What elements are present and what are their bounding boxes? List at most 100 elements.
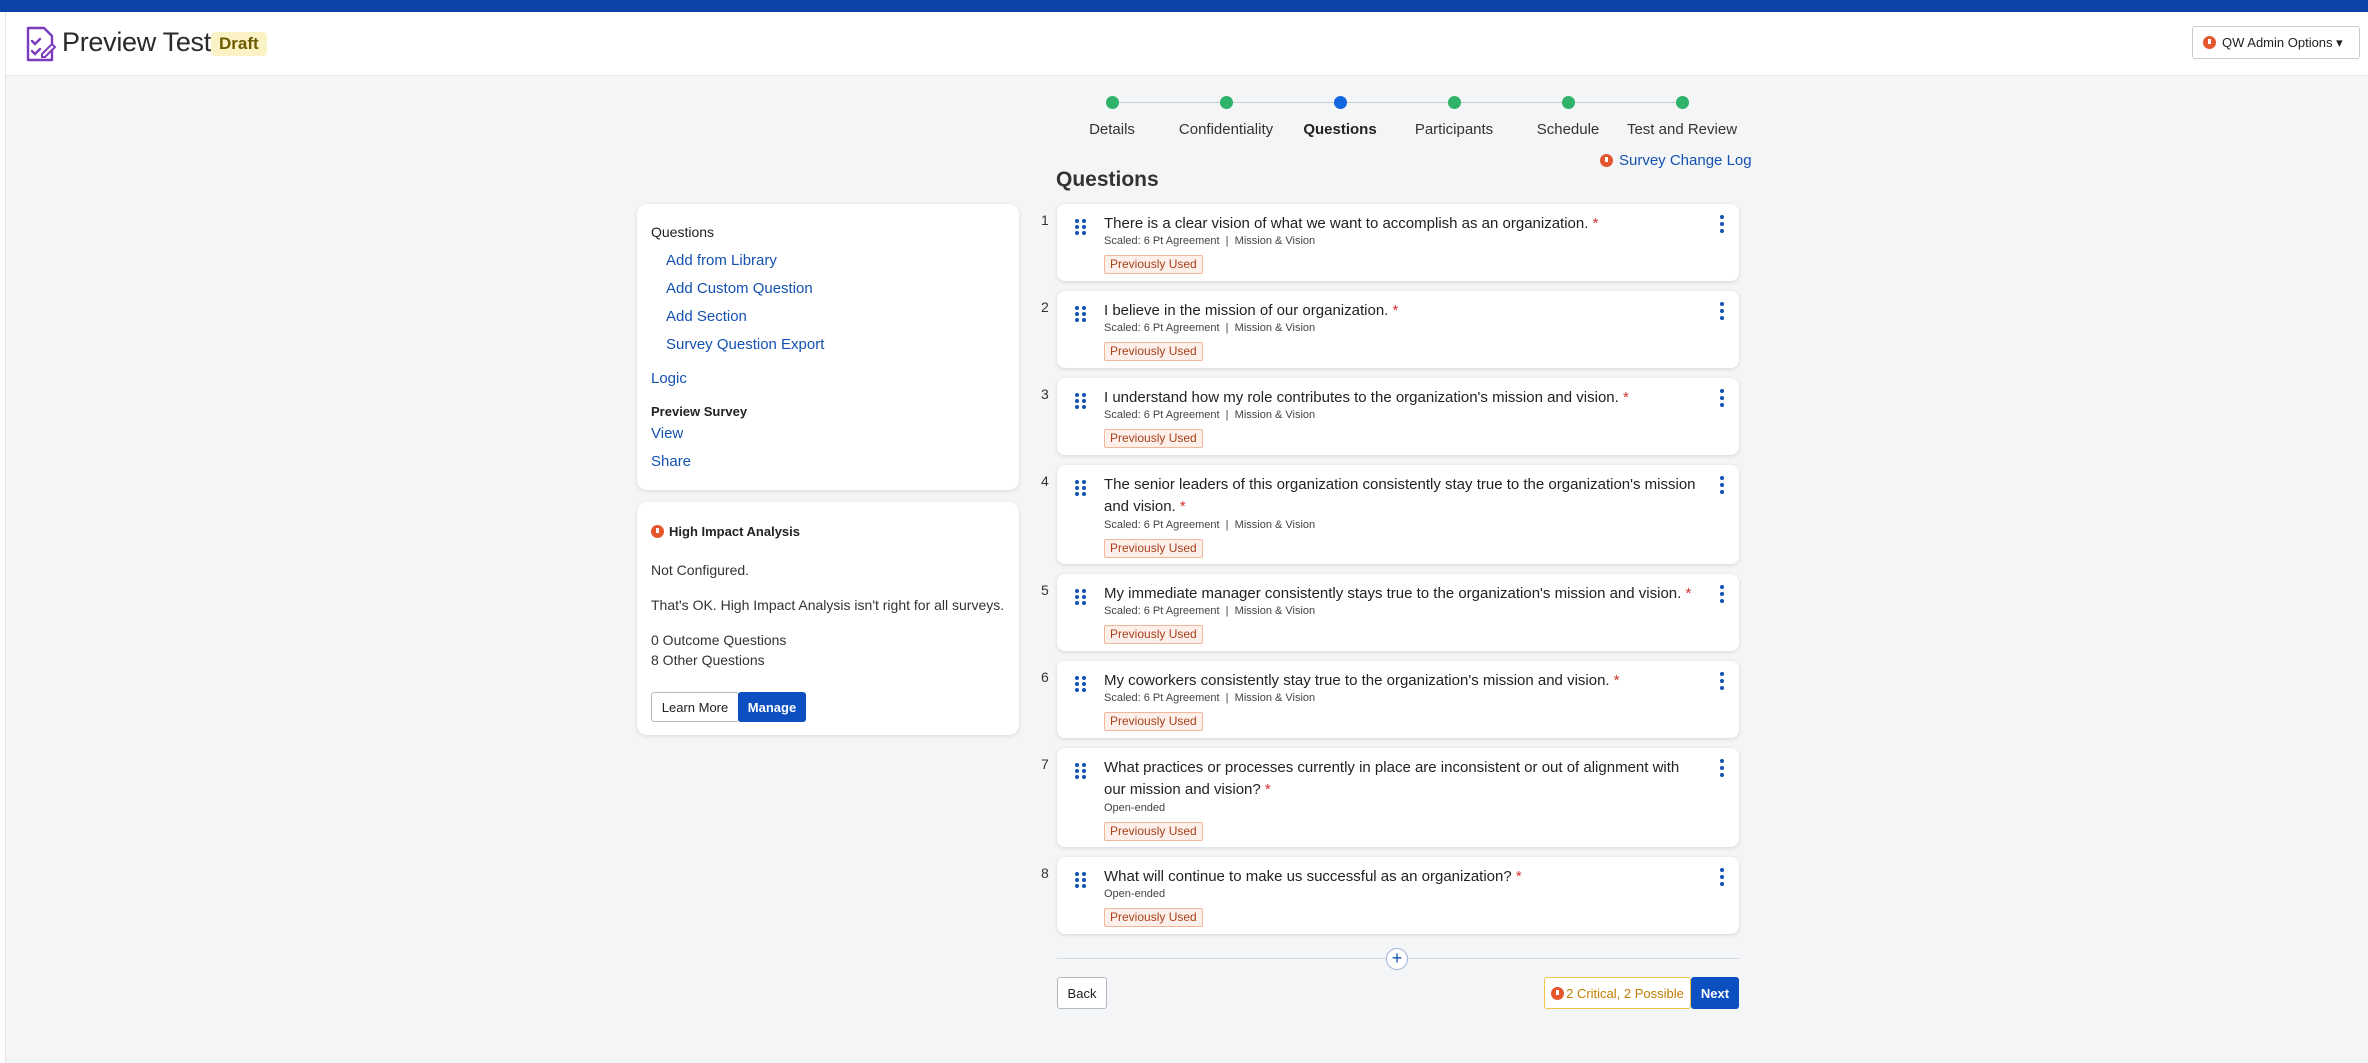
issues-button[interactable]: 2 Critical, 2 Possible <box>1544 977 1691 1009</box>
admin-options-label: QW Admin Options ▾ <box>2222 34 2343 50</box>
hia-outcome-count: 0 Outcome Questions <box>651 632 787 648</box>
drag-handle-icon[interactable] <box>1075 393 1087 409</box>
nav-heading: Questions <box>651 224 715 240</box>
more-options-icon[interactable] <box>1719 302 1725 322</box>
question-number: 3 <box>1041 386 1049 402</box>
logic-link[interactable]: Logic <box>651 370 687 387</box>
more-options-icon[interactable] <box>1719 215 1725 235</box>
step-dot <box>1219 96 1233 109</box>
question-text: I believe in the mission of our organiza… <box>1104 300 1704 322</box>
share-link[interactable]: Share <box>651 453 691 470</box>
more-options-icon[interactable] <box>1719 672 1725 692</box>
drag-handle-icon[interactable] <box>1075 872 1087 888</box>
question-number: 5 <box>1041 582 1049 598</box>
question-meta: Scaled: 6 Pt Agreement | Mission & Visio… <box>1104 409 1316 421</box>
step-5[interactable]: Test and Review <box>1607 96 1757 138</box>
previously-used-badge: Previously Used <box>1104 342 1203 361</box>
question-text: The senior leaders of this organization … <box>1104 474 1704 518</box>
question-number: 2 <box>1041 299 1049 315</box>
step-dot <box>1447 96 1461 109</box>
page-title: Preview Test <box>62 27 211 57</box>
question-text-label: The senior leaders of this organization … <box>1104 476 1696 515</box>
more-options-icon[interactable] <box>1719 759 1725 779</box>
previously-used-badge: Previously Used <box>1104 712 1203 731</box>
hia-status: Not Configured. <box>651 562 750 578</box>
question-number: 8 <box>1041 865 1049 881</box>
alert-icon <box>651 525 664 538</box>
required-marker: * <box>1515 868 1522 885</box>
issues-label: 2 Critical, 2 Possible <box>1566 985 1684 1001</box>
questions-heading: Questions <box>1056 168 1159 191</box>
survey-checklist-icon <box>26 26 57 62</box>
drag-handle-icon[interactable] <box>1075 306 1087 322</box>
previously-used-badge: Previously Used <box>1104 255 1203 274</box>
manage-button[interactable]: Manage <box>738 692 806 722</box>
hia-message: That's OK. High Impact Analysis isn't ri… <box>651 597 1005 613</box>
previously-used-badge: Previously Used <box>1104 908 1203 927</box>
view-link[interactable]: View <box>651 425 683 442</box>
question-text-label: My immediate manager consistently stays … <box>1104 585 1682 602</box>
question-card[interactable]: There is a clear vision of what we want … <box>1057 204 1739 281</box>
drag-handle-icon[interactable] <box>1075 219 1087 235</box>
preview-survey-heading: Preview Survey <box>651 404 748 419</box>
hia-title-label: High Impact Analysis <box>669 524 800 539</box>
previously-used-badge: Previously Used <box>1104 429 1203 448</box>
more-options-icon[interactable] <box>1719 476 1725 496</box>
drag-handle-icon[interactable] <box>1075 763 1087 779</box>
add-question-button[interactable]: + <box>1386 948 1408 970</box>
question-text-label: There is a clear vision of what we want … <box>1104 215 1589 232</box>
drag-handle-icon[interactable] <box>1075 589 1087 605</box>
required-marker: * <box>1392 302 1399 319</box>
more-options-icon[interactable] <box>1719 585 1725 605</box>
question-card[interactable]: My coworkers consistently stay true to t… <box>1057 661 1739 738</box>
page-header: Preview Test Draft QW Admin Options ▾ <box>6 12 2368 76</box>
top-accent-bar <box>0 0 2368 12</box>
question-card[interactable]: I believe in the mission of our organiza… <box>1057 291 1739 368</box>
step-dot <box>1561 96 1575 109</box>
drag-handle-icon[interactable] <box>1075 676 1087 692</box>
more-options-icon[interactable] <box>1719 868 1725 888</box>
hia-title: High Impact Analysis <box>651 524 800 539</box>
question-meta: Scaled: 6 Pt Agreement | Mission & Visio… <box>1104 605 1316 617</box>
question-number: 6 <box>1041 669 1049 685</box>
add-from-library-link[interactable]: Add from Library <box>666 252 777 269</box>
back-button[interactable]: Back <box>1057 977 1107 1009</box>
drag-handle-icon[interactable] <box>1075 480 1087 496</box>
previously-used-badge: Previously Used <box>1104 822 1203 841</box>
question-meta: Open-ended <box>1104 802 1166 814</box>
question-text: There is a clear vision of what we want … <box>1104 213 1704 235</box>
question-card[interactable]: What will continue to make us successful… <box>1057 857 1739 934</box>
add-section-link[interactable]: Add Section <box>666 308 747 325</box>
question-text: My immediate manager consistently stays … <box>1104 583 1704 605</box>
question-text: What will continue to make us successful… <box>1104 866 1704 888</box>
required-marker: * <box>1179 498 1186 515</box>
question-card[interactable]: What practices or processes currently in… <box>1057 748 1739 847</box>
change-log-label: Survey Change Log <box>1619 152 1752 169</box>
step-label: Test and Review <box>1626 121 1738 138</box>
high-impact-analysis-panel: High Impact Analysis Not Configured. Tha… <box>637 502 1019 735</box>
question-text-label: My coworkers consistently stay true to t… <box>1104 672 1610 689</box>
admin-options-button[interactable]: QW Admin Options ▾ <box>2192 26 2360 59</box>
next-button[interactable]: Next <box>1691 977 1739 1009</box>
hia-other-count: 8 Other Questions <box>651 652 765 668</box>
question-card[interactable]: I understand how my role contributes to … <box>1057 378 1739 455</box>
survey-question-export-link[interactable]: Survey Question Export <box>666 336 824 353</box>
question-card[interactable]: The senior leaders of this organization … <box>1057 465 1739 564</box>
add-custom-question-link[interactable]: Add Custom Question <box>666 280 813 297</box>
required-marker: * <box>1685 585 1692 602</box>
question-number: 7 <box>1041 756 1049 772</box>
question-text-label: I believe in the mission of our organiza… <box>1104 302 1389 319</box>
question-card[interactable]: My immediate manager consistently stays … <box>1057 574 1739 651</box>
question-text-label: What practices or processes currently in… <box>1104 759 1680 798</box>
step-dot <box>1333 96 1347 109</box>
question-text: My coworkers consistently stay true to t… <box>1104 670 1704 692</box>
more-options-icon[interactable] <box>1719 389 1725 409</box>
survey-change-log-link[interactable]: Survey Change Log <box>1600 152 1752 169</box>
question-text-label: What will continue to make us successful… <box>1104 868 1512 885</box>
alert-icon <box>2203 36 2216 49</box>
required-marker: * <box>1622 389 1629 406</box>
question-meta: Scaled: 6 Pt Agreement | Mission & Visio… <box>1104 519 1316 531</box>
previously-used-badge: Previously Used <box>1104 539 1203 558</box>
alert-icon <box>1551 986 1565 1000</box>
learn-more-button[interactable]: Learn More <box>651 692 739 722</box>
